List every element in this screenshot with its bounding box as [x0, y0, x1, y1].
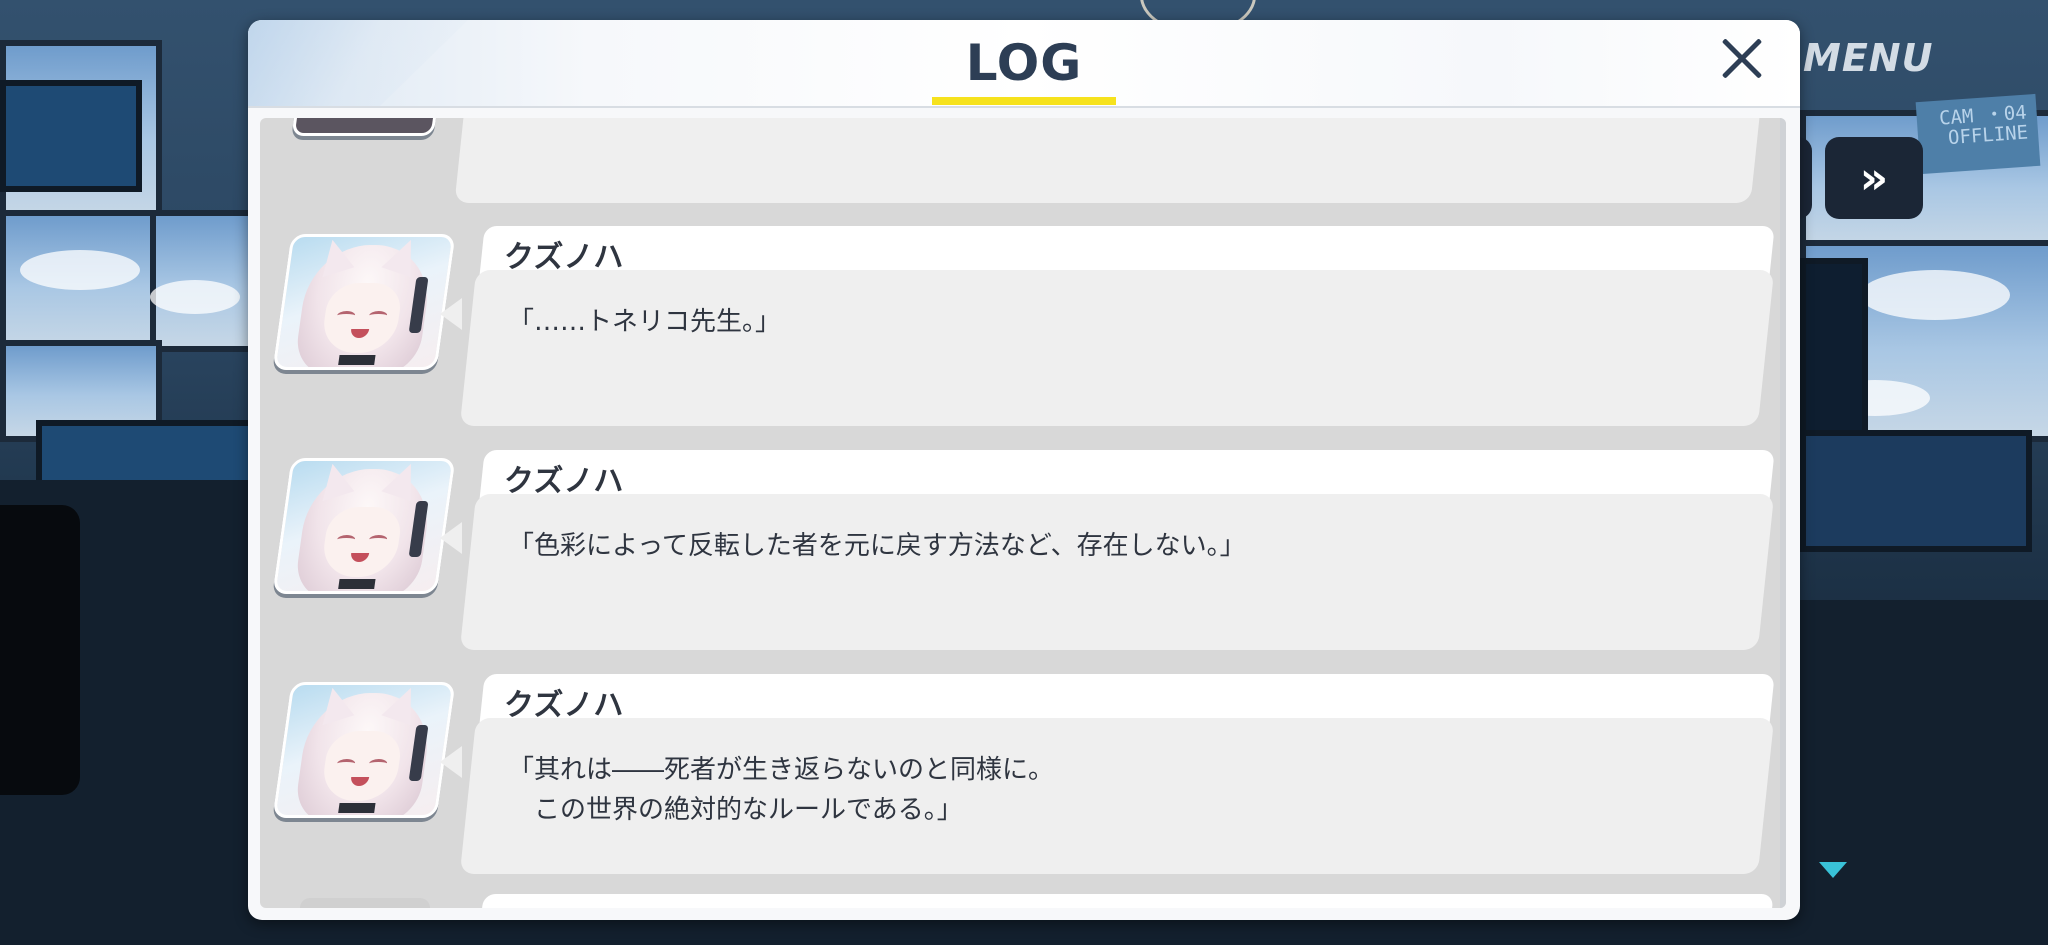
dialogue-box	[454, 118, 1762, 203]
avatar	[272, 234, 456, 370]
game-scene: MENU CAM ・04 OFFLINE » LOG クズノハ 「……トネリコ先…	[0, 0, 2048, 945]
avatar-eye	[368, 759, 388, 768]
bubble-tail	[440, 298, 462, 330]
avatar-mouth	[349, 329, 370, 338]
background-monitor	[0, 80, 142, 192]
avatar-eye	[336, 535, 356, 544]
background-cloud	[150, 280, 240, 314]
speaker-name: クズノハ	[504, 688, 624, 723]
close-icon[interactable]	[1712, 30, 1772, 90]
avatar-eye	[368, 311, 388, 320]
avatar	[291, 118, 439, 136]
dialogue-text: 「其れは――死者が生き返らないのと同様に。 この世界の絶対的なルールである。」	[508, 755, 1055, 825]
camera-status-label: CAM ・04 OFFLINE	[1915, 93, 2041, 175]
background-floor	[250, 920, 1800, 945]
avatar-collar	[338, 579, 376, 589]
name-plate	[480, 894, 1774, 908]
avatar	[272, 682, 456, 818]
title-underline	[932, 97, 1116, 105]
menu-button[interactable]: MENU	[1803, 36, 1933, 80]
avatar	[300, 898, 430, 908]
log-entry: クズノハ 「……トネリコ先生。」	[260, 226, 1786, 436]
avatar-eye	[368, 535, 388, 544]
log-header: LOG	[248, 20, 1800, 108]
avatar-eye	[336, 311, 356, 320]
avatar-mouth	[349, 553, 370, 562]
log-title: LOG	[965, 34, 1083, 92]
log-list[interactable]: クズノハ 「……トネリコ先生。」 クズノハ 「色彩によって反転した者を元に戻す方…	[260, 118, 1786, 908]
fast-forward-icon: »	[1859, 152, 1889, 204]
log-entry: クズノハ 「其れは――死者が生き返らないのと同様に。 この世界の絶対的なルールで…	[260, 674, 1786, 884]
camera-status-text: CAM ・04 OFFLINE	[1938, 101, 2029, 150]
dialogue-text: 「……トネリコ先生。」	[508, 307, 782, 337]
avatar-collar	[338, 355, 376, 365]
dialogue-text: 「色彩によって反転した者を元に戻す方法など、存在しない。」	[508, 531, 1246, 561]
log-panel: LOG クズノハ 「……トネリコ先生。」 クズノハ 「色彩によって反転した者を元…	[248, 20, 1800, 920]
scrollbar[interactable]	[1780, 118, 1786, 908]
avatar-collar	[338, 803, 376, 813]
bubble-tail	[440, 746, 462, 778]
log-entry: クズノハ 「色彩によって反転した者を元に戻す方法など、存在しない。」	[260, 450, 1786, 660]
background-monitor	[1800, 430, 2032, 552]
avatar	[272, 458, 456, 594]
side-dark-panel	[0, 505, 80, 795]
avatar-eye	[336, 759, 356, 768]
background-cloud	[20, 250, 140, 290]
bubble-tail	[440, 522, 462, 554]
triangle-down-icon[interactable]	[1819, 862, 1847, 878]
avatar-mouth	[349, 777, 370, 786]
speaker-name: クズノハ	[504, 240, 624, 275]
background-desk	[1800, 600, 2048, 945]
background-monitor	[1800, 258, 1868, 440]
background-cloud	[1860, 270, 2010, 320]
dialogue-box	[459, 494, 1775, 650]
speaker-name: クズノハ	[504, 464, 624, 499]
fast-forward-button[interactable]: »	[1825, 137, 1923, 219]
dialogue-box	[459, 270, 1775, 426]
